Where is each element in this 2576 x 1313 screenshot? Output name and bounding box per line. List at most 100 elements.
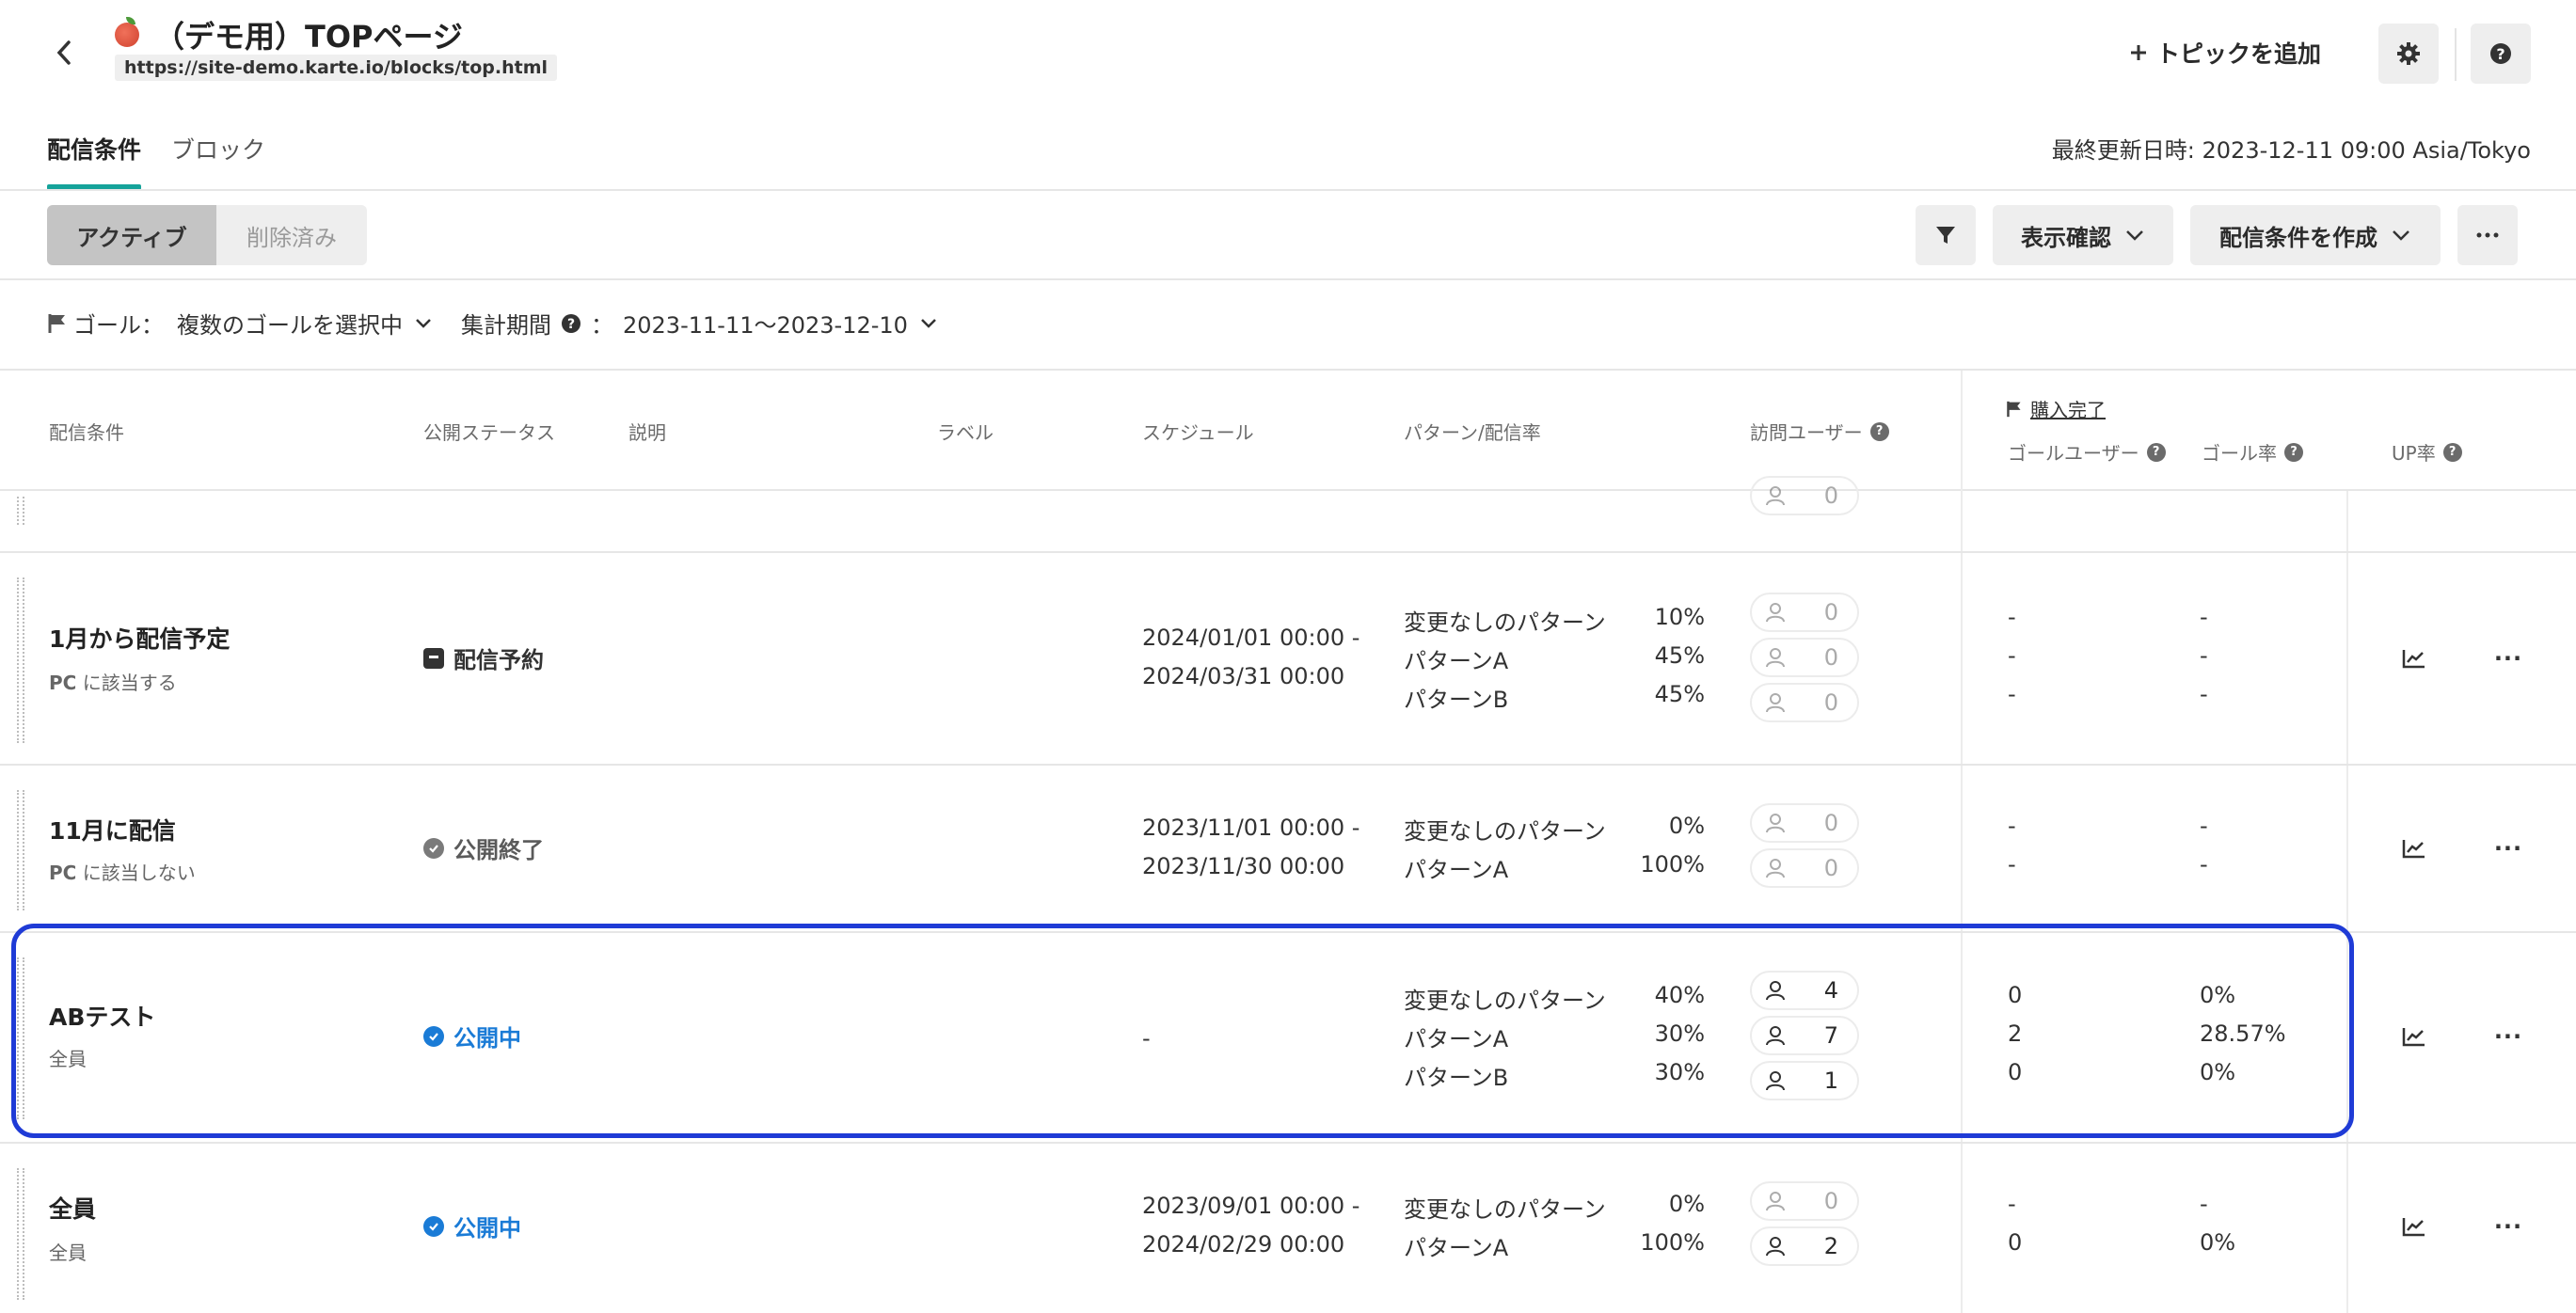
table-row[interactable]: 全員 全員 公開中 2023/09/01 00:00 - 2024/02/29 … (0, 1144, 2576, 1313)
col-header-up-rate: UP率? (2392, 438, 2462, 466)
goal-selector-value: 複数のゴールを選択中 (177, 312, 403, 339)
report-chart-button[interactable] (2397, 831, 2431, 865)
report-chart-button[interactable] (2397, 1210, 2431, 1243)
target-rule: に該当する (82, 672, 177, 694)
visitor-number: 0 (1823, 1188, 1838, 1214)
pattern-name: 変更なしのパターン (1404, 818, 1606, 845)
visitor-count: 7 (1750, 1016, 1859, 1055)
funnel-icon (1936, 227, 1955, 244)
help-button[interactable]: ? (2471, 24, 2531, 84)
status-text: 配信予約 (453, 647, 544, 673)
col-header-up-rate-label: UP率 (2392, 442, 2436, 465)
more-options-button[interactable] (2457, 205, 2518, 265)
drag-handle[interactable] (17, 577, 24, 743)
table-row[interactable]: 1月から配信予定 PC に該当する 配信予約 2024/01/01 00:00 … (0, 553, 2576, 766)
row-more-button[interactable]: ··· (2491, 641, 2525, 675)
help-icon[interactable]: ? (2442, 442, 2462, 462)
row-more-button[interactable]: ··· (2491, 1210, 2525, 1243)
col-header-label: ラベル (937, 418, 994, 445)
schedule-start: 2023/11/01 00:00 - (1142, 815, 1360, 841)
goal-users: - (2008, 813, 2016, 839)
target-rule: 全員 (49, 1242, 87, 1264)
settings-button[interactable] (2378, 24, 2439, 84)
tab-blocks[interactable]: ブロック (171, 103, 265, 190)
condition-name[interactable]: 11月に配信 (49, 813, 176, 846)
schedule-start: 2024/01/01 00:00 - (1142, 625, 1360, 651)
line-chart-icon (2402, 1218, 2425, 1237)
status-text: 公開終了 (453, 837, 544, 863)
chevron-down-icon (2126, 230, 2143, 241)
add-topic-button[interactable]: トピックを追加 (2128, 36, 2321, 70)
goal-users: 0 (2008, 982, 2023, 1008)
goal-rate: - (2200, 604, 2208, 630)
active-filter-button[interactable]: アクティブ (47, 205, 216, 265)
help-icon[interactable]: ? (2146, 442, 2166, 462)
user-icon (1766, 603, 1785, 623)
col-header-description: 説明 (628, 418, 666, 445)
drag-handle[interactable] (17, 957, 24, 1119)
drag-handle[interactable] (17, 1168, 24, 1300)
condition-name[interactable]: 全員 (49, 1191, 96, 1225)
condition-name[interactable]: ABテスト (49, 999, 155, 1033)
table-row[interactable]: 11月に配信 PC に該当しない 公開終了 2023/11/01 00:00 -… (0, 766, 2576, 933)
divider (0, 189, 2576, 191)
col-header-schedule-label: スケジュール (1142, 421, 1254, 444)
table-row[interactable]: ABテスト 全員 公開中 - 変更なしのパターン パターンA パターンB 40%… (0, 933, 2576, 1144)
last-updated: 最終更新日時: 2023-12-11 09:00 Asia/Tokyo (2051, 137, 2531, 164)
schedule-end: 2024/02/29 00:00 (1142, 1231, 1345, 1258)
drag-handle[interactable] (17, 497, 24, 525)
visitor-count: 0 (1750, 683, 1859, 722)
goal-name-link[interactable]: 購入完了 (2006, 395, 2106, 422)
drag-handle[interactable] (17, 790, 24, 910)
col-header-status: 公開ステータス (423, 418, 555, 445)
goal-rate: - (2200, 1191, 2208, 1217)
help-icon[interactable]: ? (2284, 442, 2303, 462)
visitor-number: 0 (1823, 810, 1838, 836)
question-circle-icon[interactable]: ? (561, 313, 581, 334)
user-icon (1766, 486, 1785, 506)
schedule-end: 2024/03/31 00:00 (1142, 663, 1345, 689)
filter-button[interactable] (1916, 205, 1976, 265)
pattern-name: パターンB (1404, 687, 1509, 713)
goal-selector[interactable]: 複数のゴールを選択中 (177, 307, 433, 340)
create-condition-button[interactable]: 配信条件を作成 (2190, 205, 2441, 265)
report-chart-button[interactable] (2397, 1020, 2431, 1053)
pattern-rate: 100% (1640, 851, 1705, 878)
pattern-rate: 100% (1640, 1229, 1705, 1256)
period-selector[interactable]: 2023-11-11〜2023-12-10 (623, 307, 938, 340)
tab-delivery-conditions[interactable]: 配信条件 (47, 103, 142, 190)
goal-users: - (2008, 851, 2016, 878)
title-row: （デモ用）TOPページ (115, 13, 463, 56)
preview-button[interactable]: 表示確認 (1993, 205, 2173, 265)
goal-users: - (2008, 604, 2016, 630)
pattern-name: パターンB (1404, 1065, 1509, 1091)
col-header-goal-rate-label: ゴール率 (2202, 442, 2277, 465)
pattern-rate: 0% (1668, 813, 1705, 839)
condition-target: PC に該当しない (49, 858, 196, 885)
pattern-name: 変更なしのパターン (1404, 988, 1606, 1014)
condition-name[interactable]: 1月から配信予定 (49, 621, 230, 655)
report-chart-button[interactable] (2397, 641, 2431, 675)
visitor-number: 0 (1823, 689, 1838, 716)
help-icon[interactable]: ? (1869, 421, 1889, 441)
flag-icon (48, 313, 65, 333)
goal-rate: - (2200, 642, 2208, 669)
visitor-count: 0 (1750, 1181, 1859, 1221)
header-divider (2455, 28, 2457, 81)
condition-target: 全員 (49, 1238, 87, 1265)
check-circle-icon (423, 837, 444, 859)
check-circle-icon (423, 1025, 444, 1047)
back-button[interactable] (47, 36, 81, 70)
divider (0, 278, 2576, 280)
condition-target: PC に該当する (49, 668, 177, 695)
goal-rate: 0% (2200, 1059, 2236, 1085)
svg-text:?: ? (2496, 45, 2504, 63)
chevron-left-icon (56, 40, 71, 65)
row-more-button[interactable]: ··· (2491, 831, 2525, 865)
visitor-count: 0 (1750, 593, 1859, 632)
deleted-filter-button[interactable]: 削除済み (216, 205, 367, 265)
row-more-button[interactable]: ··· (2491, 1020, 2525, 1053)
user-icon (1766, 693, 1785, 713)
user-icon (1766, 1237, 1785, 1257)
col-header-goal-users-label: ゴールユーザー (2008, 442, 2139, 465)
